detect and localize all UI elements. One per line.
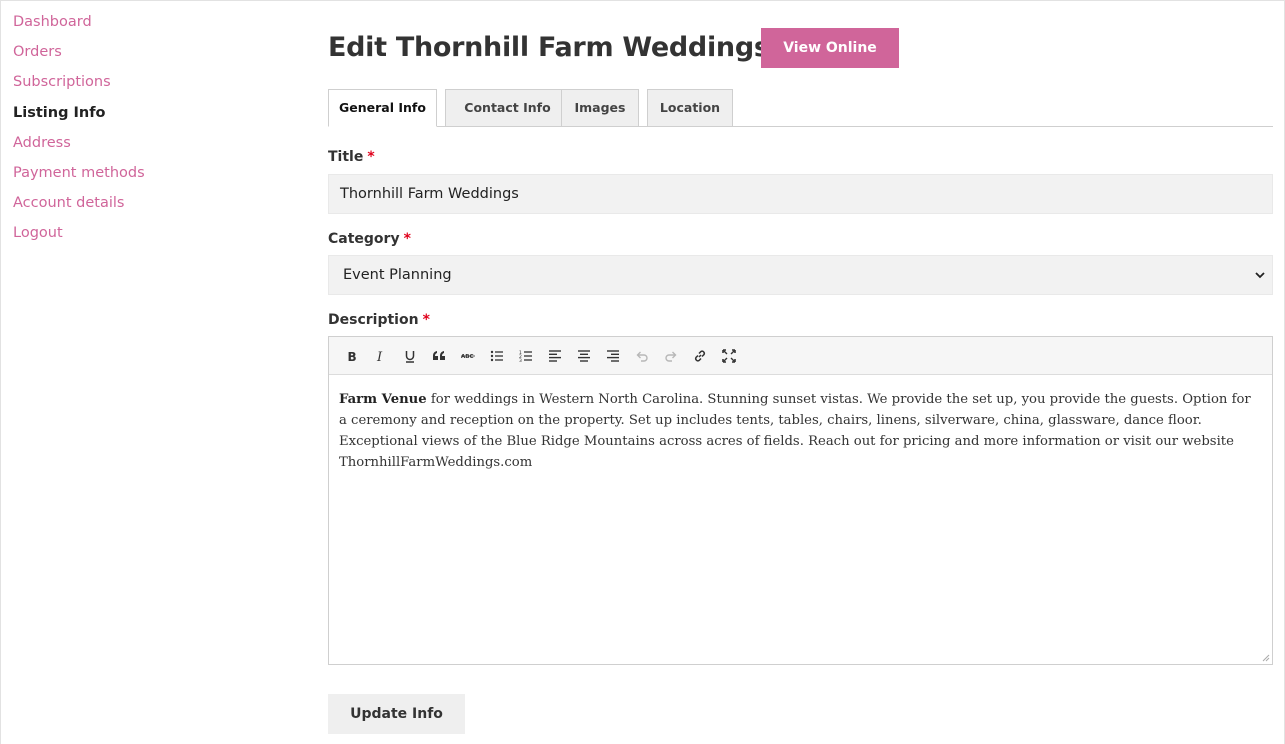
tab-contact-info[interactable]: Contact Info	[445, 89, 570, 127]
tab-location[interactable]: Location	[647, 89, 733, 127]
description-label: Description *	[328, 312, 430, 328]
view-online-button[interactable]: View Online	[761, 28, 899, 68]
undo-icon[interactable]	[627, 342, 656, 370]
align-left-icon[interactable]	[540, 342, 569, 370]
category-label-text: Category	[328, 231, 400, 247]
description-label-text: Description	[328, 312, 419, 328]
tab-images[interactable]: Images	[561, 89, 639, 127]
account-sidebar: Dashboard Orders Subscriptions Listing I…	[13, 12, 263, 254]
sidebar-item-dashboard[interactable]: Dashboard	[13, 12, 263, 42]
description-text: for weddings in Western North Carolina. …	[339, 392, 1251, 470]
svg-text:ABC: ABC	[461, 354, 474, 360]
required-mark: *	[367, 149, 375, 165]
page-title: Edit Thornhill Farm Weddings	[328, 32, 770, 63]
editor-toolbar: B I ABC 123	[329, 337, 1272, 375]
svg-text:I: I	[376, 350, 383, 364]
resize-grip-icon[interactable]	[1260, 652, 1270, 662]
underline-icon[interactable]	[395, 342, 424, 370]
numbered-list-icon[interactable]: 123	[511, 342, 540, 370]
title-input[interactable]: Thornhill Farm Weddings	[328, 174, 1273, 214]
italic-icon[interactable]: I	[366, 342, 395, 370]
chevron-down-icon	[1255, 272, 1265, 279]
sidebar-item-payment-methods[interactable]: Payment methods	[13, 163, 263, 193]
align-right-icon[interactable]	[598, 342, 627, 370]
svg-text:B: B	[347, 350, 356, 364]
sidebar-item-listing-info[interactable]: Listing Info	[13, 103, 263, 133]
sidebar-item-logout[interactable]: Logout	[13, 223, 263, 253]
title-label-text: Title	[328, 149, 364, 165]
align-center-icon[interactable]	[569, 342, 598, 370]
category-label: Category *	[328, 231, 411, 247]
category-selected-value: Event Planning	[343, 267, 452, 283]
sidebar-item-account-details[interactable]: Account details	[13, 193, 263, 223]
fullscreen-icon[interactable]	[714, 342, 743, 370]
redo-icon[interactable]	[656, 342, 685, 370]
description-editor: B I ABC 123 Farm Venue for weddings in W…	[328, 336, 1273, 665]
bullet-list-icon[interactable]	[482, 342, 511, 370]
blockquote-icon[interactable]	[424, 342, 453, 370]
category-select[interactable]: Event Planning	[328, 255, 1273, 295]
bold-icon[interactable]: B	[337, 342, 366, 370]
svg-text:3: 3	[519, 358, 522, 364]
description-bold-text: Farm Venue	[339, 392, 427, 407]
title-label: Title *	[328, 149, 375, 165]
link-icon[interactable]	[685, 342, 714, 370]
required-mark: *	[403, 231, 411, 247]
tab-bar: General Info Contact Info Images Locatio…	[328, 89, 1273, 127]
tab-general-info[interactable]: General Info	[328, 89, 437, 127]
description-textarea[interactable]: Farm Venue for weddings in Western North…	[329, 375, 1272, 487]
sidebar-item-subscriptions[interactable]: Subscriptions	[13, 72, 263, 102]
sidebar-item-address[interactable]: Address	[13, 133, 263, 163]
strikethrough-icon[interactable]: ABC	[453, 342, 482, 370]
sidebar-item-orders[interactable]: Orders	[13, 42, 263, 72]
required-mark: *	[422, 312, 430, 328]
update-info-button[interactable]: Update Info	[328, 694, 465, 734]
